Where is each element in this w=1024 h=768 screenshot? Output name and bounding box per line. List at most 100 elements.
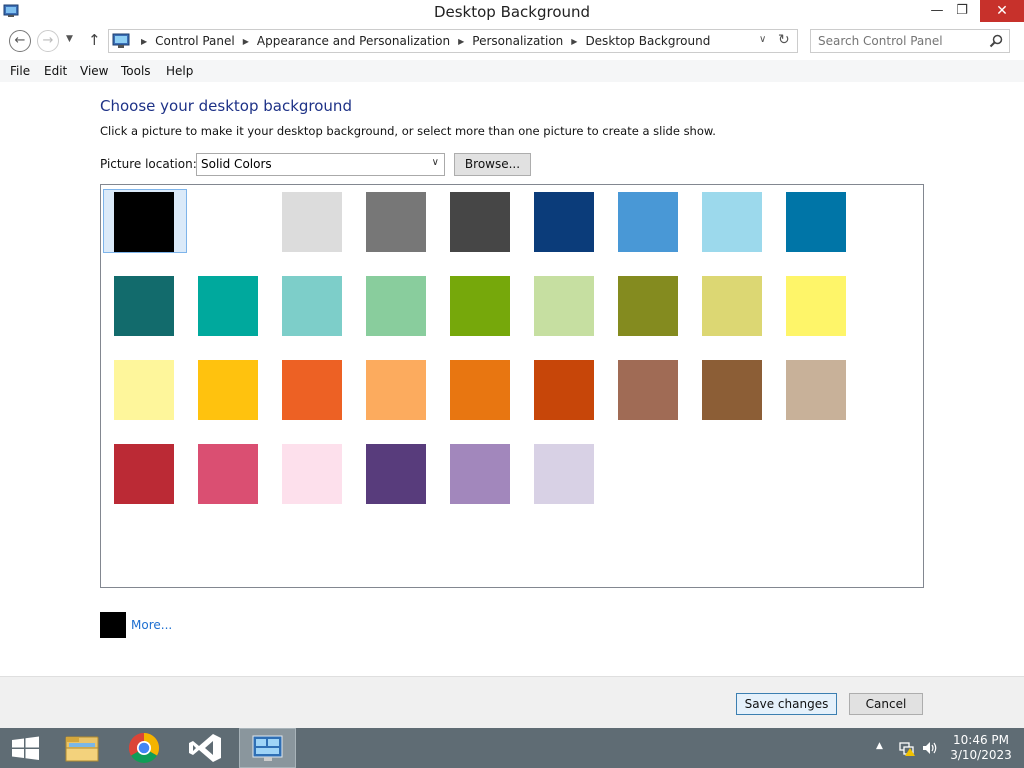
color-swatch[interactable] [438, 272, 522, 356]
color-swatch[interactable] [774, 356, 858, 440]
back-button[interactable]: ← [9, 30, 31, 52]
color-swatch-fill [198, 444, 258, 504]
color-swatch[interactable] [270, 440, 354, 524]
breadcrumb-appearance-personalization[interactable]: Appearance and Personalization [257, 34, 450, 48]
save-changes-button[interactable]: Save changes [736, 693, 837, 715]
chevron-right-icon: ▶ [141, 37, 148, 46]
color-swatch[interactable] [270, 356, 354, 440]
cancel-button[interactable]: Cancel [849, 693, 923, 715]
color-swatch-fill [366, 444, 426, 504]
breadcrumb-personalization[interactable]: Personalization [472, 34, 563, 48]
chrome-icon [128, 733, 160, 764]
color-swatch-fill [198, 360, 258, 420]
color-swatch[interactable] [186, 440, 270, 524]
color-swatch[interactable] [354, 272, 438, 356]
color-swatch[interactable] [102, 356, 186, 440]
menu-view[interactable]: View [80, 64, 108, 78]
color-swatch[interactable] [606, 356, 690, 440]
color-swatch-fill [198, 192, 258, 252]
system-clock[interactable]: 10:46 PM 3/10/2023 [948, 733, 1014, 763]
search-icon[interactable] [989, 34, 1003, 48]
search-input[interactable] [818, 34, 978, 48]
color-swatch[interactable] [186, 272, 270, 356]
show-hidden-icons-button[interactable]: ▲ [876, 741, 883, 768]
taskbar: ▲ 10:46 PM 3/10/2023 [0, 728, 1024, 768]
color-gallery [100, 184, 924, 588]
start-button[interactable] [0, 728, 52, 768]
color-swatch[interactable] [522, 440, 606, 524]
color-swatch[interactable] [438, 356, 522, 440]
chevron-right-icon[interactable]: ▶ [458, 37, 464, 46]
search-box[interactable] [810, 29, 1010, 53]
volume-icon[interactable] [921, 739, 939, 757]
refresh-icon[interactable]: ↻ [778, 32, 790, 48]
action-bar: Save changes Cancel [0, 676, 1024, 728]
color-swatch-fill [534, 444, 594, 504]
taskbar-control-panel[interactable] [239, 728, 296, 768]
color-swatch[interactable] [186, 356, 270, 440]
color-swatch[interactable] [186, 188, 270, 272]
address-bar[interactable]: ▶ Control Panel ▶ Appearance and Personaliz… [108, 29, 798, 53]
color-swatch-fill [786, 360, 846, 420]
color-swatch-fill [450, 192, 510, 252]
menu-bar: File Edit View Tools Help [0, 60, 1024, 82]
color-swatch[interactable] [522, 188, 606, 272]
browse-button[interactable]: Browse... [454, 153, 531, 176]
close-button[interactable]: ✕ [980, 0, 1024, 22]
taskbar-file-explorer[interactable] [57, 728, 109, 768]
chevron-down-icon[interactable]: ∨ [759, 34, 766, 45]
color-swatch[interactable] [102, 440, 186, 524]
color-swatch-fill [618, 276, 678, 336]
taskbar-chrome[interactable] [118, 728, 170, 768]
color-swatch[interactable] [102, 188, 187, 272]
picture-location-select[interactable]: Solid Colors ∨ [196, 153, 445, 176]
color-swatch[interactable] [354, 440, 438, 524]
color-swatch[interactable] [354, 188, 438, 272]
color-swatch[interactable] [774, 188, 858, 272]
chevron-right-icon[interactable]: ▶ [571, 37, 577, 46]
breadcrumb-desktop-background[interactable]: Desktop Background [585, 34, 710, 48]
color-swatch-fill [366, 276, 426, 336]
color-swatch-fill [198, 276, 258, 336]
color-swatch-fill [282, 276, 342, 336]
taskbar-visual-studio[interactable] [179, 728, 231, 768]
up-button[interactable]: ↑ [88, 31, 101, 49]
color-swatch[interactable] [690, 272, 774, 356]
color-swatch-fill [114, 360, 174, 420]
breadcrumb-control-panel[interactable]: Control Panel [155, 34, 235, 48]
color-swatch[interactable] [438, 440, 522, 524]
color-swatch-fill [786, 192, 846, 252]
clock-date: 3/10/2023 [950, 748, 1012, 762]
color-swatch[interactable] [522, 272, 606, 356]
menu-help[interactable]: Help [166, 64, 193, 78]
color-swatch[interactable] [270, 272, 354, 356]
menu-file[interactable]: File [10, 64, 30, 78]
forward-button[interactable]: → [37, 30, 59, 52]
color-swatch[interactable] [774, 272, 858, 356]
color-swatch[interactable] [438, 188, 522, 272]
color-swatch[interactable] [354, 356, 438, 440]
window-title: Desktop Background [433, 3, 591, 21]
more-colors-link[interactable]: More... [131, 618, 172, 632]
color-swatch[interactable] [270, 188, 354, 272]
clock-time: 10:46 PM [953, 733, 1009, 747]
color-swatch-fill [282, 192, 342, 252]
color-swatch[interactable] [606, 272, 690, 356]
visual-studio-icon [189, 734, 221, 762]
color-swatch-fill [618, 360, 678, 420]
color-swatch[interactable] [102, 272, 186, 356]
color-swatch[interactable] [690, 356, 774, 440]
color-swatch[interactable] [690, 188, 774, 272]
recent-locations-dropdown[interactable]: ▼ [66, 34, 73, 44]
color-swatch-fill [282, 444, 342, 504]
network-icon[interactable] [898, 739, 916, 757]
restore-button[interactable]: ❐ [947, 0, 977, 22]
chevron-right-icon[interactable]: ▶ [243, 37, 249, 46]
color-swatch[interactable] [522, 356, 606, 440]
menu-tools[interactable]: Tools [121, 64, 151, 78]
color-swatch-fill [450, 360, 510, 420]
menu-edit[interactable]: Edit [44, 64, 67, 78]
color-swatch[interactable] [606, 188, 690, 272]
windows-logo-icon [12, 736, 39, 760]
folder-icon [65, 736, 99, 762]
